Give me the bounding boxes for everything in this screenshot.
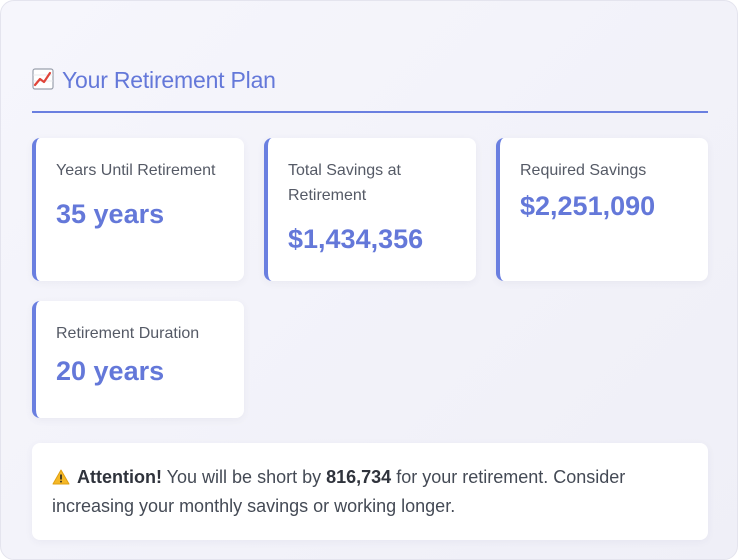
card-label: Required Savings [520,162,647,179]
page-title: Your Retirement Plan [62,67,276,93]
card-value: $2,251,090 [520,191,656,221]
alert-text-before: You will be short by [162,467,327,487]
required-savings-card: Required Savings $2,251,090 [496,138,708,281]
retirement-duration-card: Retirement Duration 20 years [32,301,244,418]
total-savings-card: Total Savings at Retirement $1,434,356 [264,138,476,281]
shortfall-amount: 816,734 [326,467,392,487]
years-until-retirement-card: Years Until Retirement 35 years [32,138,244,281]
card-label: Retirement Duration [56,325,200,342]
card-value: 20 years [56,356,165,386]
shortfall-alert: Attention! You will be short by 816,734 … [32,443,708,540]
chart-increasing-icon [32,68,54,90]
card-value: $1,434,356 [288,224,424,254]
card-label: Years Until Retirement [56,162,216,179]
card-label: Total Savings at Retirement [288,162,401,204]
plan-header: Your Retirement Plan [32,65,708,113]
alert-heading: Attention! [77,467,162,487]
warning-icon [52,469,70,485]
card-value: 35 years [56,199,165,229]
retirement-plan-panel: Your Retirement Plan Years Until Retirem… [0,0,738,560]
